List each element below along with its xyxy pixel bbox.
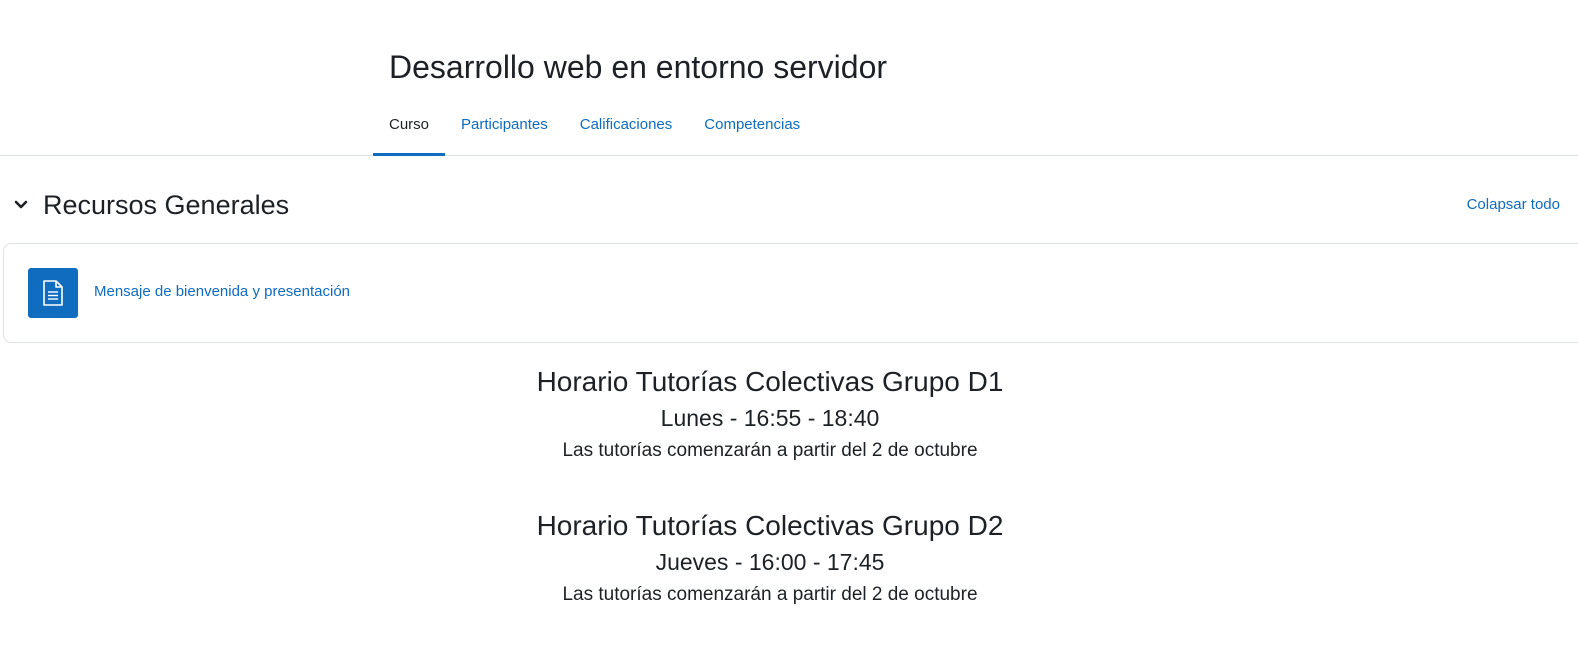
schedule-title: Horario Tutorías Colectivas Grupo D1 [536, 366, 1004, 397]
tab-participantes[interactable]: Participantes [445, 104, 564, 156]
activity-link[interactable]: Mensaje de bienvenida y presentación [94, 283, 350, 300]
section-title: Recursos Generales [43, 190, 290, 220]
schedule-block: Horario Tutorías Colectivas Grupo D1 Lun… [0, 364, 1540, 466]
course-nav-tabs: Curso Participantes Calificaciones Compe… [373, 104, 816, 156]
schedule-note: Las tutorías comenzarán a partir del 2 d… [562, 584, 978, 605]
schedule-title: Horario Tutorías Colectivas Grupo D2 [536, 510, 1004, 541]
collapse-all-link[interactable]: Colapsar todo [1467, 196, 1560, 213]
tab-label: Curso [389, 116, 430, 133]
section-header: Recursos Generales Colapsar todo [0, 186, 1578, 226]
activity-item: Mensaje de bienvenida y presentación [3, 243, 1578, 343]
tab-label: Calificaciones [579, 116, 673, 133]
tab-label: Competencias [704, 116, 801, 133]
chevron-down-icon[interactable] [12, 196, 30, 214]
tab-label: Participantes [461, 116, 548, 133]
schedule-block: Horario Tutorías Colectivas Grupo D2 Jue… [0, 508, 1540, 610]
document-icon[interactable] [28, 268, 78, 318]
course-header: Desarrollo web en entorno servidor Curso… [0, 0, 1578, 156]
schedule-note: Las tutorías comenzarán a partir del 2 d… [562, 440, 978, 461]
schedule-time: Jueves - 16:00 - 17:45 [655, 549, 885, 575]
tab-competencias[interactable]: Competencias [688, 104, 816, 156]
tab-curso[interactable]: Curso [373, 104, 446, 156]
page-title: Desarrollo web en entorno servidor [389, 49, 888, 85]
tab-calificaciones[interactable]: Calificaciones [564, 104, 689, 156]
schedule-time: Lunes - 16:55 - 18:40 [660, 405, 880, 431]
